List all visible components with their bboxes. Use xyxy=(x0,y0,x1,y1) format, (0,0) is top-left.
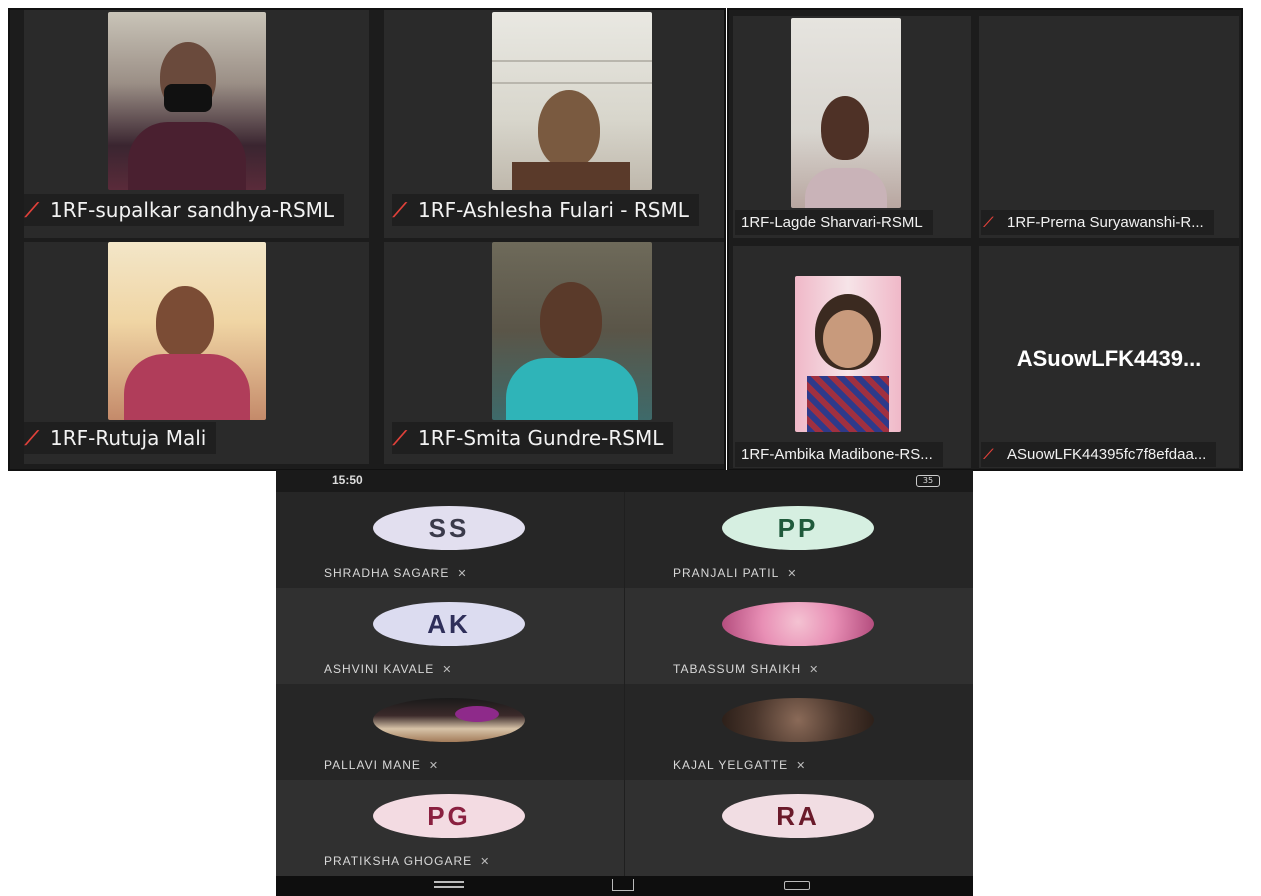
participant-name-label: ⁄ ASuowLFK44395fc7f8efdaa... xyxy=(981,442,1217,467)
participant-name-label: ⁄ 1RF-Rutuja Mali xyxy=(24,422,217,454)
mic-muted-icon: ⁄ xyxy=(984,446,992,463)
participant-avatar xyxy=(722,602,874,646)
participant-name: KAJAL YELGATTE ✕ xyxy=(673,758,807,772)
participant-name: ASHVINI KAVALE ✕ xyxy=(324,662,453,676)
participant-video xyxy=(492,242,652,420)
participant-tile[interactable]: SS SHRADHA SAGARE ✕ xyxy=(276,492,624,588)
participant-tile[interactable]: PG PRATIKSHA GHOGARE ✕ xyxy=(276,780,624,876)
participant-tile[interactable]: ⁄ 1RF-Smita Gundre-RSML xyxy=(384,242,724,464)
back-icon[interactable] xyxy=(784,881,810,890)
participant-name-label: ⁄ 1RF-Smita Gundre-RSML xyxy=(392,422,674,454)
participant-name: PALLAVI MANE ✕ xyxy=(324,758,440,772)
participant-tile[interactable]: AK ASHVINI KAVALE ✕ xyxy=(276,588,624,684)
participant-name: PRANJALI PATIL ✕ xyxy=(673,566,798,580)
participant-name-label: 1RF-Lagde Sharvari-RSML xyxy=(735,210,933,235)
zoom-gallery-left: ⁄ 1RF-supalkar sandhya-RSML ⁄ 1RF-Ashlesha… xyxy=(8,8,726,471)
participant-tile[interactable]: RA xyxy=(625,780,973,876)
participant-name-label: ⁄ 1RF-Prerna Suryawanshi-R... xyxy=(981,210,1214,235)
menu-icon[interactable] xyxy=(434,881,464,883)
home-icon[interactable] xyxy=(612,879,634,891)
mic-muted-icon: ✕ xyxy=(787,568,798,580)
phone-meeting-screenshot: 15:50 35 SS SHRADHA SAGARE ✕ PP PRANJALI … xyxy=(276,470,973,896)
participant-tile[interactable]: TABASSUM SHAIKH ✕ xyxy=(625,588,973,684)
zoom-gallery-right: 1RF-Lagde Sharvari-RSML ⁄ 1RF-Prerna Sury… xyxy=(727,8,1243,471)
participant-tile[interactable]: KAJAL YELGATTE ✕ xyxy=(625,684,973,780)
participant-avatar: PG xyxy=(373,794,525,838)
participant-tile[interactable]: PALLAVI MANE ✕ xyxy=(276,684,624,780)
participant-avatar: RA xyxy=(722,794,874,838)
participant-avatar xyxy=(722,698,874,742)
participant-name: PRATIKSHA GHOGARE ✕ xyxy=(324,854,491,868)
participant-avatar: PP xyxy=(722,506,874,550)
participant-tile[interactable]: ⁄ 1RF-Prerna Suryawanshi-R... xyxy=(979,16,1239,238)
participant-tile[interactable]: ⁄ 1RF-supalkar sandhya-RSML xyxy=(24,10,369,238)
mic-muted-icon: ✕ xyxy=(457,568,468,580)
participant-tile[interactable]: 1RF-Ambika Madibone-RS... xyxy=(733,246,971,468)
mic-muted-icon: ✕ xyxy=(442,664,453,676)
participant-tile[interactable]: 1RF-Lagde Sharvari-RSML xyxy=(733,16,971,238)
participant-video xyxy=(791,18,901,208)
mic-muted-icon: ⁄ xyxy=(394,426,405,450)
mic-muted-icon: ⁄ xyxy=(984,214,992,231)
participant-placeholder-name: ASuowLFK4439... xyxy=(1016,346,1202,371)
participant-avatar xyxy=(373,698,525,742)
mic-muted-icon: ⁄ xyxy=(26,426,37,450)
android-nav-bar xyxy=(276,876,973,896)
participant-name-label: ⁄ 1RF-supalkar sandhya-RSML xyxy=(24,194,345,226)
participant-tile[interactable]: PP PRANJALI PATIL ✕ xyxy=(625,492,973,588)
status-time: 15:50 xyxy=(332,473,363,487)
mic-muted-icon: ⁄ xyxy=(26,198,37,222)
participant-name: SHRADHA SAGARE ✕ xyxy=(324,566,468,580)
participant-tile[interactable]: ⁄ 1RF-Rutuja Mali xyxy=(24,242,369,464)
participant-video xyxy=(795,276,901,432)
participant-video xyxy=(492,12,652,190)
participant-name-label: ⁄ 1RF-Ashlesha Fulari - RSML xyxy=(392,194,699,226)
battery-icon: 35 xyxy=(916,475,940,487)
mic-muted-icon: ✕ xyxy=(809,664,820,676)
participant-video xyxy=(108,242,266,420)
mic-muted-icon: ⁄ xyxy=(394,198,405,222)
participant-avatar: AK xyxy=(373,602,525,646)
mic-muted-icon: ✕ xyxy=(480,856,491,868)
participant-video xyxy=(108,12,266,190)
participant-avatar: SS xyxy=(373,506,525,550)
mic-muted-icon: ✕ xyxy=(428,760,440,772)
participant-name: TABASSUM SHAIKH ✕ xyxy=(673,662,820,676)
status-bar: 15:50 35 xyxy=(276,470,973,492)
participant-name-label: 1RF-Ambika Madibone-RS... xyxy=(735,442,943,467)
participant-tile[interactable]: ⁄ 1RF-Ashlesha Fulari - RSML xyxy=(384,10,724,238)
participant-tile[interactable]: ASuowLFK4439... ⁄ ASuowLFK44395fc7f8efdaa… xyxy=(979,246,1239,468)
mic-muted-icon: ✕ xyxy=(796,760,807,772)
